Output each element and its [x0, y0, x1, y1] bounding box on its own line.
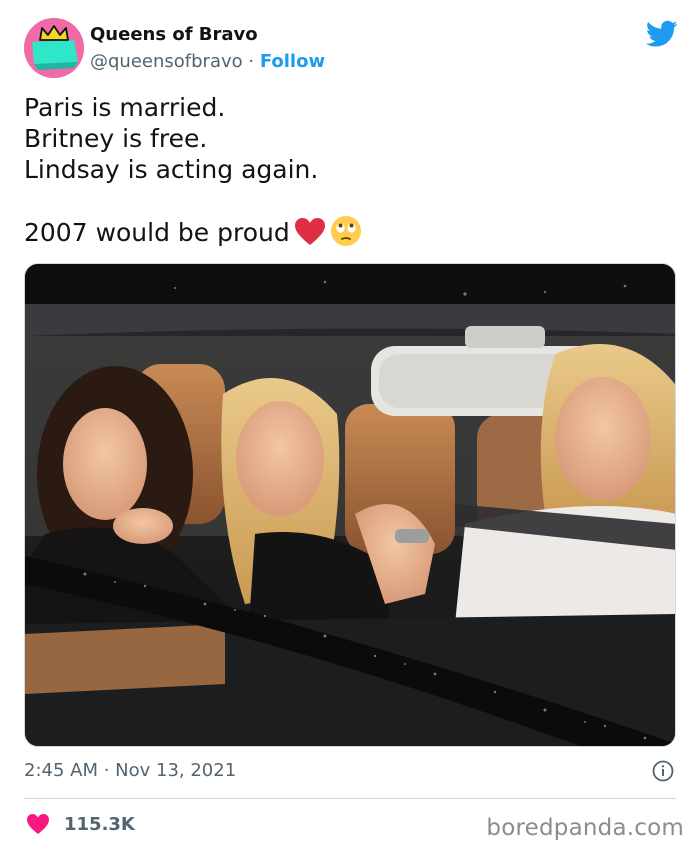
tweet-closing-line: 2007 would be proud	[24, 215, 664, 248]
tweet-closing-text: 2007 would be proud	[24, 218, 290, 247]
follow-button[interactable]: Follow	[260, 51, 325, 72]
face-with-rolling-eyes-icon	[330, 216, 361, 246]
tweet-text: Paris is married. Britney is free. Linds…	[24, 92, 664, 248]
watermark: boredpanda.com	[486, 815, 684, 841]
separator: ·	[242, 51, 260, 72]
twitter-bird-icon[interactable]	[646, 20, 678, 48]
like-button[interactable]: 115.3K	[26, 813, 135, 835]
handle-row: @queensofbravo · Follow	[90, 51, 325, 72]
crown-avatar-icon	[24, 18, 84, 78]
info-icon[interactable]	[652, 760, 674, 782]
heart-icon	[27, 814, 49, 834]
car-photo	[25, 264, 675, 746]
display-name[interactable]: Queens of Bravo	[90, 24, 258, 45]
red-heart-icon	[294, 218, 325, 245]
tweet-line: Lindsay is acting again.	[24, 155, 319, 184]
tweet-line: Paris is married.	[24, 93, 226, 122]
tweet-photo[interactable]	[24, 263, 676, 747]
avatar[interactable]	[24, 18, 84, 78]
divider	[24, 798, 676, 799]
tweet-timestamp[interactable]: 2:45 AM · Nov 13, 2021	[24, 760, 236, 781]
user-handle[interactable]: @queensofbravo	[90, 51, 243, 72]
like-count: 115.3K	[64, 813, 135, 835]
tweet-line: Britney is free.	[24, 124, 208, 153]
